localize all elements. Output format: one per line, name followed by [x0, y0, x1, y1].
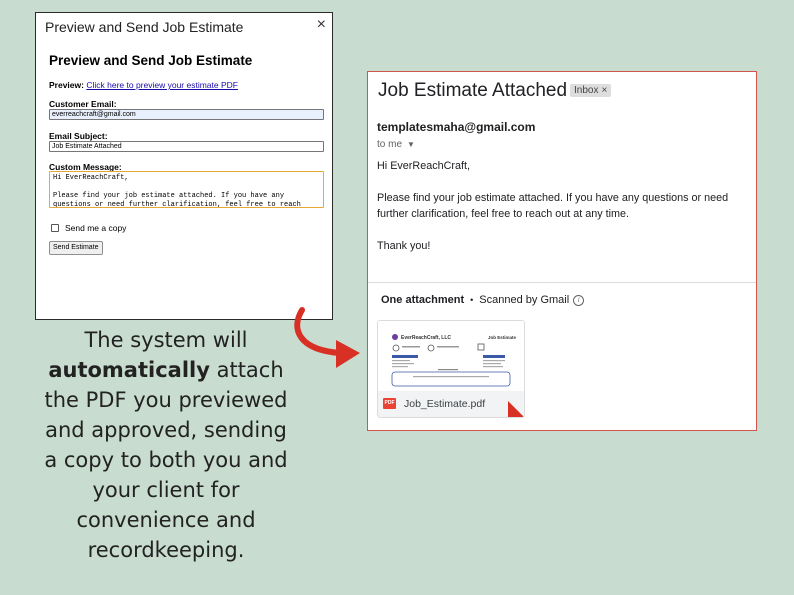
inbox-label-chip[interactable]: Inbox × — [570, 84, 612, 97]
caption-line: the PDF you previewed — [44, 388, 288, 412]
preview-label: Preview: — [49, 80, 84, 90]
curved-arrow-icon — [294, 307, 360, 368]
email-paragraph: Please find your job estimate attached. … — [377, 192, 729, 220]
preview-send-dialog: Preview and Send Job Estimate × Preview … — [35, 12, 333, 320]
preview-row: Preview: Click here to preview your esti… — [49, 80, 238, 90]
sender-address[interactable]: templatesmaha@gmail.com — [377, 120, 535, 134]
attachment-header: One attachment • Scanned by Gmail i — [381, 294, 585, 306]
divider — [368, 282, 756, 283]
send-estimate-button[interactable]: Send Estimate — [49, 241, 103, 255]
subject-label: Email Subject: — [49, 131, 108, 141]
email-view: Job Estimate Attached Inbox × templatesma… — [367, 71, 757, 431]
email-label: Customer Email: — [49, 99, 117, 109]
attachment-count: One attachment — [381, 294, 465, 306]
info-icon[interactable]: i — [573, 294, 585, 306]
separator-dot: • — [470, 295, 474, 305]
recipient-label: to me — [377, 139, 403, 150]
close-icon[interactable]: × — [317, 16, 326, 34]
corner-fold-icon — [508, 401, 524, 417]
scanned-label: Scanned by Gmail — [479, 294, 570, 306]
dialog-heading: Preview and Send Job Estimate — [49, 53, 253, 68]
caption-bold: automatically — [48, 358, 210, 382]
subject-field[interactable]: Job Estimate Attached — [49, 141, 324, 152]
email-closing: Thank you! — [377, 240, 431, 252]
caption-line: The system will — [84, 328, 248, 352]
dialog-title: Preview and Send Job Estimate — [45, 19, 244, 35]
thumb-title: Job Estimate — [488, 335, 517, 340]
pdf-thumbnail: EverReachCraft, LLC Job Estimate — [378, 321, 524, 391]
message-textarea[interactable]: Hi EverReachCraft, Please find your job … — [49, 171, 324, 208]
caption-line: convenience and — [76, 508, 256, 532]
attachment-filename[interactable]: Job_Estimate.pdf — [404, 398, 485, 410]
caption-fragment: attach — [209, 358, 284, 382]
email-greeting: Hi EverReachCraft, — [377, 160, 471, 172]
caption-line: and approved, sending — [45, 418, 287, 442]
pdf-icon: PDF — [383, 398, 396, 409]
close-icon[interactable]: × — [601, 85, 607, 96]
attachment-footer: PDF Job_Estimate.pdf — [378, 391, 524, 417]
caption-line: recordkeeping. — [87, 538, 245, 562]
send-copy-row[interactable]: Send me a copy — [51, 223, 126, 233]
email-field[interactable]: everreachcraft@gmail.com — [49, 109, 324, 120]
caption-text: The system will automatically attach the… — [20, 325, 312, 565]
send-copy-label: Send me a copy — [65, 223, 127, 233]
email-body: Hi EverReachCraft, Please find your job … — [377, 158, 747, 270]
recipient-details[interactable]: to me ▼ — [377, 139, 415, 150]
thumb-company: EverReachCraft, LLC — [401, 335, 451, 341]
inbox-label: Inbox — [574, 85, 599, 96]
send-copy-checkbox[interactable] — [51, 224, 59, 232]
chevron-down-icon[interactable]: ▼ — [407, 140, 415, 149]
caption-line: your client for — [92, 478, 240, 502]
email-subject: Job Estimate Attached — [378, 80, 568, 101]
preview-pdf-link[interactable]: Click here to preview your estimate PDF — [86, 80, 238, 90]
caption-line: automatically attach — [20, 355, 312, 385]
attachment-card[interactable]: EverReachCraft, LLC Job Estimate PDF Job… — [377, 320, 525, 418]
caption-line: a copy to both you and — [44, 448, 288, 472]
